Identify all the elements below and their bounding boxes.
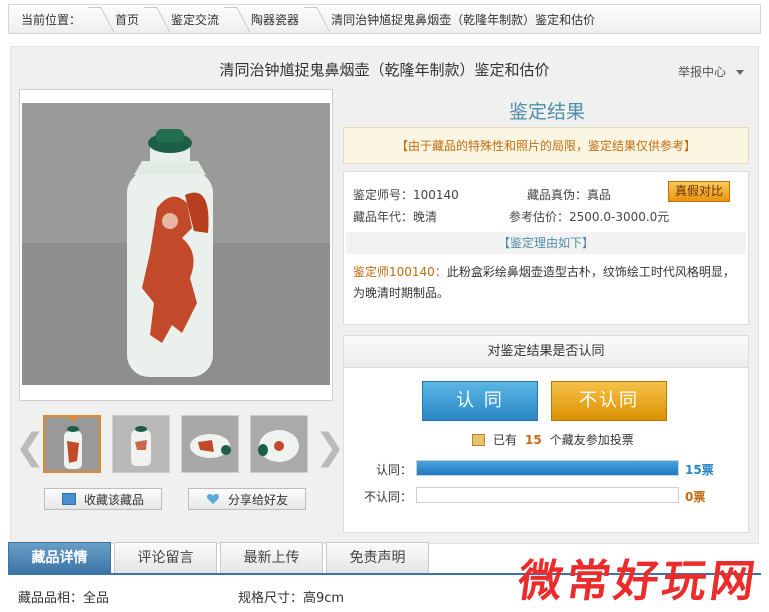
snuff-bottle-image: [22, 103, 330, 385]
thumbnail-image: [251, 416, 307, 472]
disagree-button[interactable]: 不认同: [551, 381, 667, 421]
breadcrumb-current: 清同治钟馗捉鬼鼻烟壶（乾隆年制款）鉴定和估价: [331, 12, 596, 27]
watermark: 微常好玩网: [513, 552, 762, 612]
vote-heading: 对鉴定结果是否认同: [344, 336, 748, 368]
thumbnail-image: [113, 416, 169, 472]
heart-icon: [206, 494, 219, 505]
disagree-bar: [416, 487, 679, 503]
agree-button[interactable]: 认 同: [422, 381, 538, 421]
collect-button[interactable]: 收藏该藏品: [44, 488, 162, 510]
tab-disclaimer[interactable]: 免责声明: [326, 542, 429, 574]
watermark-logo: 微常好玩网: [514, 556, 762, 607]
price-estimate: 参考估价：2500.0-3000.0元: [509, 210, 670, 224]
breadcrumb-home-link[interactable]: 首页: [101, 5, 157, 33]
authenticity: 藏品真伪：真品: [527, 188, 612, 202]
collect-button-label: 收藏该藏品: [83, 492, 144, 507]
thumbnail-1[interactable]: [43, 415, 101, 473]
vote-count: 已有 15 个藏友参加投票: [472, 431, 634, 448]
reason-appraiser[interactable]: 鉴定师100140：: [353, 265, 447, 279]
main-panel: 清同治钟馗捉鬼鼻烟壶（乾隆年制款）鉴定和估价 举报中心 ❮ ❯ 收藏该藏品 分享…: [10, 46, 759, 544]
main-photo[interactable]: [19, 89, 333, 401]
lock-icon: [472, 433, 485, 446]
agree-bar-label: 认同：: [375, 463, 412, 477]
item-condition: 藏品品相：全品: [18, 591, 110, 606]
disagree-bar-label: 不认同：: [364, 490, 413, 504]
breadcrumb: 当前位置： 首页 鉴定交流 陶器瓷器 清同治钟馗捉鬼鼻烟壶（乾隆年制款）鉴定和估…: [8, 4, 761, 34]
disagree-votes: 0票: [685, 490, 706, 504]
agree-votes: 15票: [685, 463, 714, 477]
chevron-left-icon[interactable]: ❮: [15, 427, 45, 468]
svg-text:微常好玩网: 微常好玩网: [515, 556, 762, 606]
detail-tabs: 藏品详情 评论留言 最新上传 免责声明: [8, 542, 429, 574]
reason-text-block: 鉴定师100140：此粉盒彩绘鼻烟壶造型古朴，纹饰绘工时代风格明显，为晚清时期制…: [353, 262, 738, 304]
tab-latest-uploads[interactable]: 最新上传: [220, 542, 323, 574]
vote-box: 对鉴定结果是否认同 认 同 不认同 已有 15 个藏友参加投票 认同： 15票 …: [343, 335, 749, 533]
share-button[interactable]: 分享给好友: [188, 488, 306, 510]
thumbnail-image: [182, 416, 238, 472]
breadcrumb-label: 当前位置：: [9, 5, 101, 33]
tab-comments[interactable]: 评论留言: [114, 542, 217, 574]
thumbnail-4[interactable]: [250, 415, 308, 473]
breadcrumb-appraisal-link[interactable]: 鉴定交流: [157, 5, 237, 33]
page-title: 清同治钟馗捉鬼鼻烟壶（乾隆年制款）鉴定和估价: [219, 61, 550, 79]
report-center-dropdown[interactable]: 举报中心: [678, 63, 744, 80]
chevron-right-icon[interactable]: ❯: [315, 427, 345, 468]
tab-item-details[interactable]: 藏品详情: [8, 542, 111, 574]
breadcrumb-ceramics-link[interactable]: 陶器瓷器: [237, 5, 317, 33]
result-notice: 【由于藏品的特殊性和照片的局限，鉴定结果仅供参考】: [343, 127, 749, 164]
save-icon: [61, 493, 76, 505]
share-button-label: 分享给好友: [227, 492, 288, 507]
vote-count-suffix: 个藏友参加投票: [549, 433, 634, 447]
compare-button[interactable]: 真假对比: [668, 181, 730, 202]
item-era: 藏品年代：晚清: [353, 210, 438, 224]
reason-heading: 【鉴定理由如下】: [346, 232, 746, 254]
vote-count-number: 15: [525, 432, 542, 447]
agree-bar: [416, 460, 679, 476]
agree-bar-fill: [417, 461, 678, 475]
thumbnail-strip: [43, 415, 308, 473]
result-title: 鉴定结果: [508, 101, 585, 123]
vote-count-prefix: 已有: [493, 433, 518, 447]
item-size: 规格尺寸：高9cm: [238, 591, 345, 606]
thumbnail-image: [45, 417, 99, 471]
appraiser-number: 鉴定师号：100140: [353, 188, 459, 202]
thumbnail-2[interactable]: [112, 415, 170, 473]
appraisal-info-box: 鉴定师号：100140 藏品真伪：真品 真假对比 藏品年代：晚清 参考估价：25…: [343, 171, 749, 325]
chevron-down-icon: [736, 70, 744, 75]
report-center-label: 举报中心: [677, 65, 726, 79]
thumbnail-3[interactable]: [181, 415, 239, 473]
